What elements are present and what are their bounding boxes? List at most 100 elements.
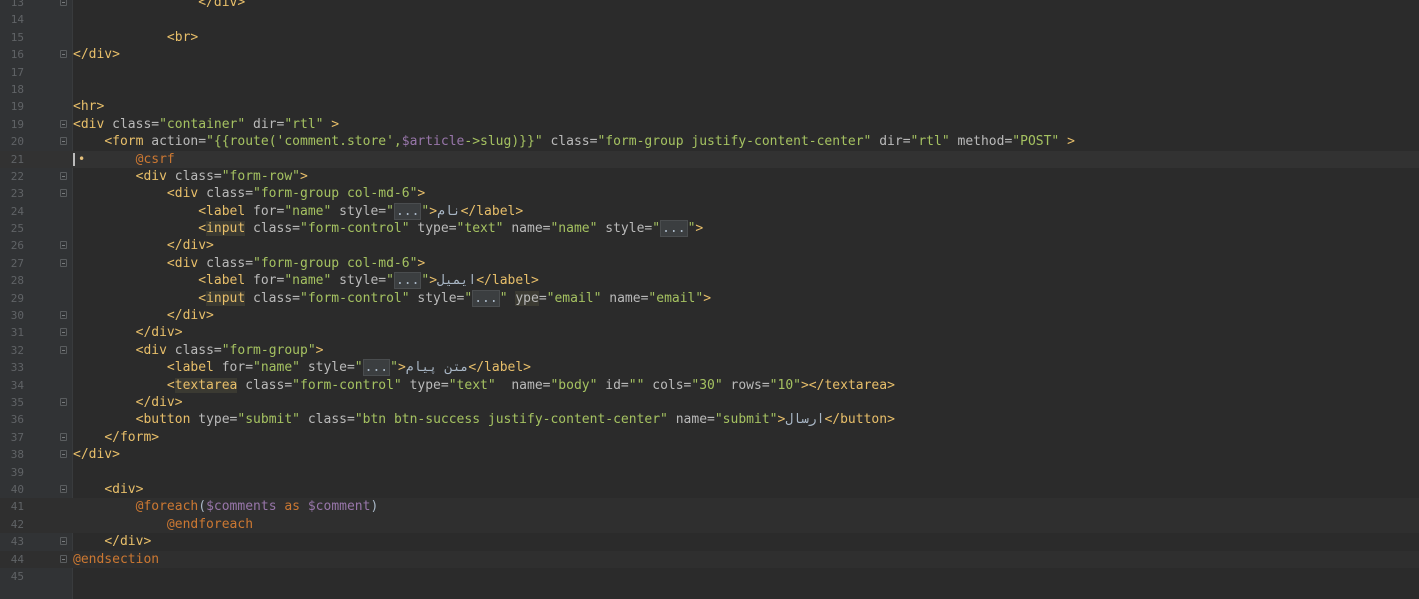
code-line[interactable]: 41 @foreach($comments as $comment)	[0, 498, 1419, 516]
code-line[interactable]: 19 <hr>	[0, 98, 1419, 115]
code-line[interactable]: 33 <label for="name" style="... ">متن پیا…	[0, 359, 1419, 377]
code-text: <div class="form-row">	[73, 168, 308, 185]
folded-region[interactable]: ...	[472, 289, 500, 307]
fold-marker-icon[interactable]	[60, 432, 67, 441]
code-text: <label for="name" style="... ">نام</label…	[73, 202, 523, 220]
folded-region[interactable]: ...	[362, 359, 391, 377]
code-token: class=	[237, 377, 293, 393]
code-token: >	[1059, 134, 1075, 150]
code-line[interactable]: 37 </form>	[0, 429, 1419, 446]
code-text: </div>	[73, 307, 214, 324]
code-token: "form-control"	[292, 377, 402, 393]
code-token: name=	[667, 412, 715, 428]
code-line[interactable]: 32 <div class="form-group">	[0, 342, 1419, 359]
code-line[interactable]: 20 <form action="{{route('comment.store'…	[0, 133, 1419, 150]
line-number: 34	[10, 378, 24, 392]
code-token: type=	[198, 412, 238, 428]
code-token: <div	[135, 342, 175, 358]
line-number: 40	[10, 482, 24, 496]
fold-marker-icon[interactable]	[60, 137, 67, 146]
code-token: rows=	[722, 377, 770, 393]
line-number: 26	[10, 239, 24, 253]
code-token: input	[206, 221, 246, 237]
fold-marker-icon[interactable]	[60, 537, 67, 546]
code-line[interactable]: 35 </div>	[0, 394, 1419, 411]
line-number: 21	[10, 152, 24, 166]
code-token: ->slug)}}"	[464, 134, 543, 150]
code-line[interactable]: 29 <input class="form-control" style= "..…	[0, 289, 1419, 307]
fold-marker-icon[interactable]	[60, 328, 67, 337]
code-line[interactable]: 28 <label for="name" style="... ">ایمیل</…	[0, 272, 1419, 290]
fold-marker-icon[interactable]	[60, 450, 67, 459]
folded-region[interactable]: ...	[393, 202, 422, 220]
code-line[interactable]: 31 </div>	[0, 324, 1419, 341]
code-line[interactable]: 24 <label for="name" style="... ">نام</la…	[0, 202, 1419, 220]
fold-marker-icon[interactable]	[60, 484, 67, 493]
code-token: "10"	[769, 377, 801, 393]
fold-marker-icon[interactable]	[60, 119, 67, 128]
code-lines[interactable]: 13 </div> 14 15 <br> 16 </div> 17 18 19 <hr> 19 <d…	[0, 0, 1419, 585]
code-token: </label>	[476, 273, 539, 289]
fold-marker-icon[interactable]	[60, 0, 67, 6]
fold-marker-icon[interactable]	[60, 241, 67, 250]
code-token: action=	[151, 134, 207, 150]
code-line[interactable]: 19 <div class="container" dir="rtl" >	[0, 116, 1419, 133]
code-token: <div	[135, 168, 175, 184]
code-line[interactable]: 42 @endforeach	[0, 515, 1419, 534]
code-editor[interactable]: 13 </div> 14 15 <br> 16 </div> 17 18 19 <hr> 19 <d…	[0, 0, 1419, 599]
code-token: "{{route('comment.store',	[206, 134, 402, 150]
fold-marker-icon[interactable]	[60, 171, 67, 180]
code-token: "body"	[550, 377, 598, 393]
code-line[interactable]: 26 </div>	[0, 237, 1419, 254]
line-number: 17	[10, 65, 24, 79]
line-number: 42	[10, 517, 24, 531]
code-line[interactable]: 43 </div>	[0, 533, 1419, 550]
code-token: (	[198, 499, 207, 515]
folded-region[interactable]: ...	[660, 220, 688, 238]
fold-marker-icon[interactable]	[60, 189, 67, 198]
code-line[interactable]: 21 @csrf •	[0, 150, 1419, 168]
code-line[interactable]: 15 <br>	[0, 29, 1419, 46]
code-line[interactable]: 16 </div>	[0, 46, 1419, 63]
code-token: <form	[104, 134, 152, 150]
fold-marker-icon[interactable]	[60, 50, 67, 59]
fold-marker-icon[interactable]	[60, 258, 67, 267]
fold-marker-icon[interactable]	[60, 311, 67, 320]
line-number: 28	[10, 274, 24, 288]
line-number: 19	[10, 100, 24, 114]
fold-marker-icon[interactable]	[60, 554, 67, 563]
code-line[interactable]: 30 </div>	[0, 307, 1419, 324]
code-token: $comments	[206, 499, 277, 515]
lightbulb-icon[interactable]: •	[78, 151, 85, 168]
code-line[interactable]: 40 <div>	[0, 481, 1419, 498]
code-token: type=	[409, 221, 457, 237]
folded-region[interactable]: ...	[393, 272, 422, 290]
code-line[interactable]: 45	[0, 568, 1419, 585]
code-line[interactable]: 39	[0, 464, 1419, 481]
code-token: for=	[221, 360, 254, 376]
fold-marker-icon[interactable]	[60, 397, 67, 406]
code-line[interactable]: 44 @endsection	[0, 550, 1419, 568]
code-line[interactable]: 25 <input class="form-control" type="tex…	[0, 220, 1419, 238]
code-text: <label for="name" style="... ">ایمیل</lab…	[73, 272, 539, 290]
code-line[interactable]: 36 <button type="submit" class="btn btn-…	[0, 411, 1419, 428]
code-line[interactable]: 27 <div class="form-group col-md-6">	[0, 255, 1419, 272]
code-token: <	[166, 377, 175, 393]
code-token: >	[323, 116, 340, 132]
code-token: "submit"	[714, 412, 778, 428]
code-line[interactable]: 34 <textarea class="form-control" type="…	[0, 377, 1419, 394]
code-line[interactable]: 38 </div>	[0, 446, 1419, 463]
code-line[interactable]: 18	[0, 81, 1419, 98]
code-token: class=	[542, 134, 598, 150]
code-token: "text"	[448, 377, 496, 393]
code-line[interactable]: 17	[0, 64, 1419, 81]
code-token: input	[206, 290, 246, 306]
line-number: 23	[10, 187, 24, 201]
code-line[interactable]: 14	[0, 11, 1419, 28]
line-number: 38	[10, 448, 24, 462]
code-token: >	[429, 273, 438, 289]
code-line[interactable]: 23 <div class="form-group col-md-6">	[0, 185, 1419, 202]
code-line[interactable]: 22 <div class="form-row">	[0, 168, 1419, 185]
code-line[interactable]: 13 </div>	[0, 0, 1419, 11]
fold-marker-icon[interactable]	[60, 345, 67, 354]
